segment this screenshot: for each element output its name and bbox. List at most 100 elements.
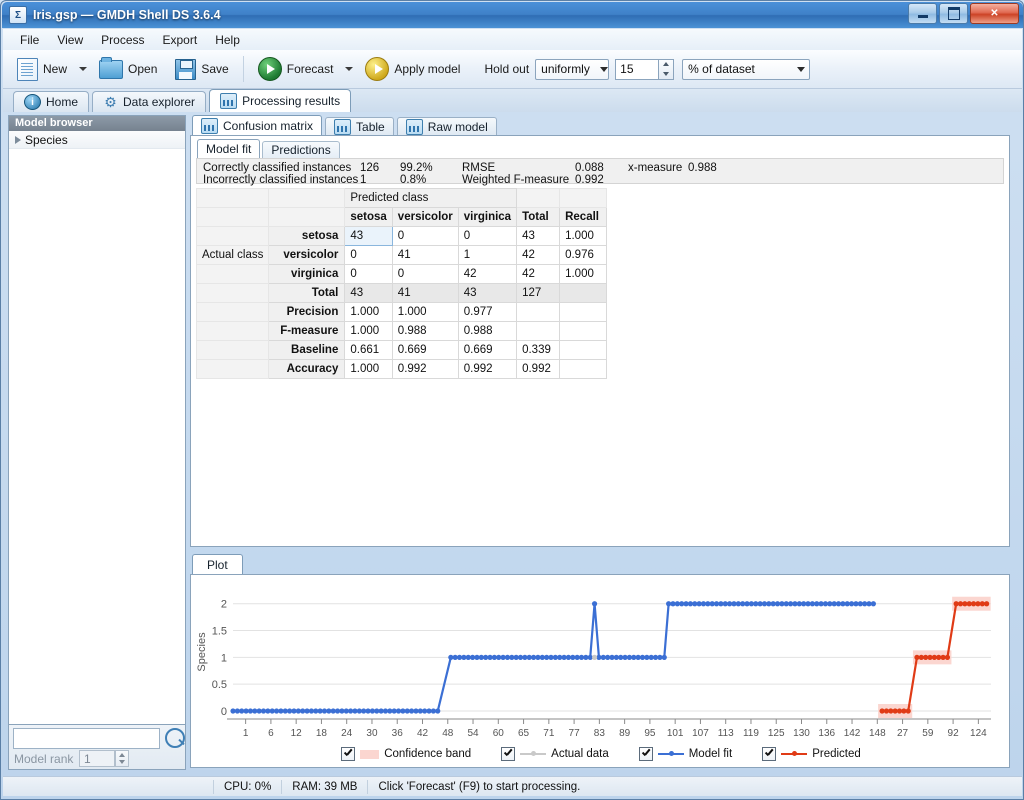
search-icon[interactable] bbox=[165, 728, 185, 748]
cell-virginica-setosa[interactable]: 0 bbox=[344, 264, 393, 284]
holdout-unit-select[interactable]: % of dataset bbox=[682, 58, 811, 80]
spacer-cell bbox=[195, 359, 270, 379]
holdout-value-stepper[interactable]: 15 bbox=[615, 58, 675, 80]
spacer-cell bbox=[195, 264, 270, 284]
holdout-spinner[interactable] bbox=[659, 58, 675, 80]
cell-total-recall[interactable] bbox=[559, 283, 608, 303]
model-browser-panel: Model browser Species bbox=[8, 115, 186, 725]
incorrect-count: 1 bbox=[360, 174, 367, 186]
tab-table[interactable]: Table bbox=[325, 117, 394, 136]
menu-view[interactable]: View bbox=[48, 31, 92, 49]
cell-versicolor-virginica[interactable]: 1 bbox=[457, 245, 518, 265]
checkbox-actual-data[interactable] bbox=[501, 747, 516, 761]
cell-baseline-setosa[interactable]: 0.661 bbox=[344, 340, 393, 360]
maximize-button[interactable] bbox=[939, 3, 968, 24]
cell-accuracy-recall[interactable] bbox=[559, 359, 608, 379]
holdout-value-input[interactable]: 15 bbox=[615, 58, 660, 80]
search-input[interactable] bbox=[13, 728, 160, 749]
svg-text:1.5: 1.5 bbox=[212, 626, 227, 638]
cell-setosa-versicolor[interactable]: 0 bbox=[391, 226, 459, 246]
cell-baseline-total[interactable]: 0.339 bbox=[516, 340, 561, 360]
expand-triangle-icon[interactable] bbox=[15, 135, 21, 144]
cell-virginica-virginica[interactable]: 42 bbox=[457, 264, 518, 284]
forecast-button[interactable]: Forecast bbox=[252, 54, 340, 84]
cell-versicolor-recall[interactable]: 0.976 bbox=[559, 245, 608, 265]
cell-versicolor-setosa[interactable]: 0 bbox=[344, 245, 393, 265]
cell-precision-setosa[interactable]: 1.000 bbox=[344, 302, 393, 322]
holdout-mode-select[interactable]: uniformly bbox=[535, 58, 610, 80]
apply-model-button[interactable]: Apply model bbox=[359, 54, 466, 84]
cell-total-virginica[interactable]: 43 bbox=[457, 283, 518, 303]
minimize-button[interactable] bbox=[908, 3, 937, 24]
svg-text:1: 1 bbox=[221, 652, 227, 664]
swatch-confidence-band bbox=[360, 749, 380, 759]
cell-accuracy-setosa[interactable]: 1.000 bbox=[344, 359, 393, 379]
forecast-plot[interactable]: 0 0.5 1 1.5 2 Species 1 6 12 18 24 30 36 42 48 54 60 65 71… bbox=[191, 575, 1009, 745]
cell-baseline-recall[interactable] bbox=[559, 340, 608, 360]
cell-accuracy-virginica[interactable]: 0.992 bbox=[457, 359, 518, 379]
tab-plot[interactable]: Plot bbox=[192, 554, 243, 575]
cell-precision-versicolor[interactable]: 1.000 bbox=[391, 302, 459, 322]
table-row: Total 43 41 43 127 bbox=[195, 283, 608, 303]
cell-setosa-recall[interactable]: 1.000 bbox=[559, 226, 608, 246]
tree-item-species[interactable]: Species bbox=[9, 131, 185, 149]
cell-virginica-recall[interactable]: 1.000 bbox=[559, 264, 608, 284]
chart-icon bbox=[201, 118, 218, 134]
tab-processing-results[interactable]: Processing results bbox=[209, 89, 352, 112]
cell-setosa-setosa[interactable]: 43 bbox=[344, 226, 393, 246]
cell-baseline-versicolor[interactable]: 0.669 bbox=[391, 340, 459, 360]
legend-model-fit[interactable]: Model fit bbox=[638, 747, 732, 761]
cell-versicolor-total[interactable]: 42 bbox=[516, 245, 561, 265]
tab-data-explorer[interactable]: ⚙ Data explorer bbox=[92, 91, 207, 112]
menu-process[interactable]: Process bbox=[92, 31, 153, 49]
cell-fmeasure-setosa[interactable]: 1.000 bbox=[344, 321, 393, 341]
legend-predicted[interactable]: Predicted bbox=[762, 747, 861, 761]
cell-total-versicolor[interactable]: 41 bbox=[391, 283, 459, 303]
svg-text:18: 18 bbox=[316, 728, 328, 739]
menu-help[interactable]: Help bbox=[206, 31, 249, 49]
tab-home[interactable]: i Home bbox=[13, 91, 90, 112]
cell-fmeasure-versicolor[interactable]: 0.988 bbox=[391, 321, 459, 341]
model-rank-input[interactable]: 1 bbox=[79, 750, 115, 767]
legend-confidence-band[interactable]: Confidence band bbox=[341, 747, 471, 761]
cell-baseline-virginica[interactable]: 0.669 bbox=[457, 340, 518, 360]
tab-predictions[interactable]: Predictions bbox=[262, 141, 340, 158]
checkbox-model-fit[interactable] bbox=[638, 747, 653, 761]
cell-fmeasure-virginica[interactable]: 0.988 bbox=[457, 321, 518, 341]
save-button[interactable]: Save bbox=[169, 56, 234, 83]
menu-bar: File View Process Export Help bbox=[3, 29, 1022, 50]
cell-setosa-total[interactable]: 43 bbox=[516, 226, 561, 246]
new-button[interactable]: New bbox=[11, 55, 73, 84]
close-button[interactable]: ✕ bbox=[970, 3, 1019, 24]
cell-precision-recall[interactable] bbox=[559, 302, 608, 322]
menu-export[interactable]: Export bbox=[154, 31, 207, 49]
cell-accuracy-total[interactable]: 0.992 bbox=[516, 359, 561, 379]
forecast-dropdown-arrow-icon[interactable] bbox=[345, 67, 354, 71]
cell-fmeasure-total[interactable] bbox=[516, 321, 561, 341]
sigma-icon: Σ bbox=[9, 6, 27, 24]
cell-virginica-total[interactable]: 42 bbox=[516, 264, 561, 284]
cell-versicolor-versicolor[interactable]: 41 bbox=[391, 245, 459, 265]
cell-fmeasure-recall[interactable] bbox=[559, 321, 608, 341]
svg-text:30: 30 bbox=[366, 728, 378, 739]
model-rank-spinner[interactable] bbox=[115, 750, 129, 767]
open-button[interactable]: Open bbox=[93, 56, 163, 82]
cell-precision-total[interactable] bbox=[516, 302, 561, 322]
cell-virginica-versicolor[interactable]: 0 bbox=[391, 264, 459, 284]
tab-confusion-matrix[interactable]: Confusion matrix bbox=[192, 115, 323, 136]
checkbox-predicted[interactable] bbox=[762, 747, 777, 761]
cell-setosa-virginica[interactable]: 0 bbox=[457, 226, 518, 246]
main-tab-bar: i Home ⚙ Data explorer Processing result… bbox=[3, 89, 1022, 112]
legend-actual-data[interactable]: Actual data bbox=[501, 747, 609, 761]
tab-model-fit[interactable]: Model fit bbox=[197, 139, 261, 158]
new-dropdown-arrow-icon[interactable] bbox=[79, 67, 88, 71]
tab-raw-model[interactable]: Raw model bbox=[396, 117, 497, 136]
cell-precision-virginica[interactable]: 0.977 bbox=[457, 302, 518, 322]
row-header-versicolor: versicolor bbox=[268, 245, 346, 265]
checkbox-confidence-band[interactable] bbox=[341, 747, 356, 761]
menu-file[interactable]: File bbox=[11, 31, 48, 49]
svg-text:125: 125 bbox=[768, 728, 785, 739]
cell-accuracy-versicolor[interactable]: 0.992 bbox=[391, 359, 459, 379]
cell-total-setosa[interactable]: 43 bbox=[344, 283, 393, 303]
cell-total-total[interactable]: 127 bbox=[516, 283, 561, 303]
